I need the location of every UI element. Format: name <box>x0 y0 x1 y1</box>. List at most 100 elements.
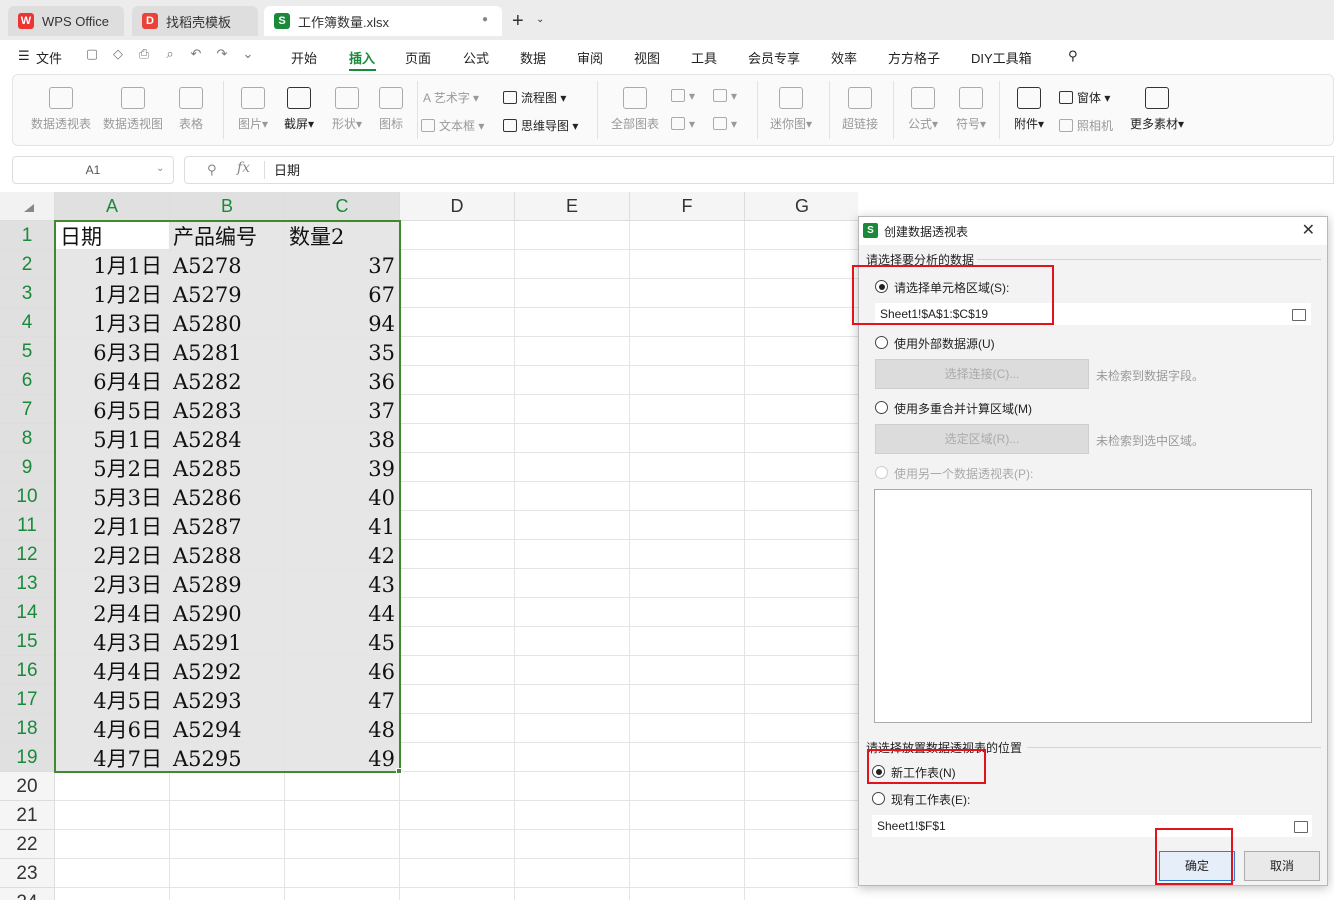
pivot-chart-button[interactable]: 数据透视图 <box>101 87 165 132</box>
chevron-down-icon[interactable]: ⌄ <box>536 14 544 25</box>
row-header-23[interactable]: 23 <box>0 859 55 888</box>
row-header-15[interactable]: 15 <box>0 627 55 656</box>
sparkline-button[interactable]: 迷你图▾ <box>767 87 815 132</box>
picture-button[interactable]: 图片▾ <box>231 87 275 132</box>
formula-button[interactable]: 公式▾ <box>901 87 945 132</box>
radio-existing-sheet[interactable] <box>872 792 885 805</box>
hyperlink-button[interactable]: 超链接 <box>839 87 881 132</box>
scatter-chart-dropdown[interactable]: ▾ <box>713 117 737 131</box>
zoom-search-icon[interactable]: ⚲ <box>207 162 217 178</box>
menu-file[interactable]: 文件 <box>36 48 62 67</box>
pie-chart-dropdown[interactable]: ▾ <box>671 117 695 131</box>
text-box-button[interactable]: 文本框 ▾ <box>421 117 484 134</box>
chevron-down-icon[interactable]: ⌄ <box>156 163 164 174</box>
formula-bar[interactable] <box>184 156 1334 184</box>
row-header-12[interactable]: 12 <box>0 540 55 569</box>
column-header-C[interactable]: C <box>285 192 400 221</box>
spreadsheet-grid[interactable]: ABCDEFGHIJK 1234567891011121314151617181… <box>0 192 858 900</box>
column-header-F[interactable]: F <box>630 192 745 221</box>
all-charts-button[interactable]: 全部图表 <box>607 87 663 132</box>
select-all-corner[interactable] <box>0 192 55 221</box>
radio-other-pivot[interactable] <box>875 466 888 479</box>
row-header-14[interactable]: 14 <box>0 598 55 627</box>
tab-wps-office[interactable]: W WPS Office <box>8 6 124 36</box>
row-header-5[interactable]: 5 <box>0 337 55 366</box>
attachment-button[interactable]: 附件▾ <box>1007 87 1051 132</box>
more-chevron-icon[interactable]: ⌄ <box>240 46 256 62</box>
menu-formula[interactable]: 公式 <box>463 48 489 67</box>
pivot-table-list[interactable] <box>874 489 1312 723</box>
menu-home[interactable]: 开始 <box>291 48 317 67</box>
screenshot-button[interactable]: 截屏▾ <box>279 87 319 132</box>
mindmap-button[interactable]: 思维导图 ▾ <box>503 117 578 134</box>
search-icon[interactable]: ⚲ <box>1068 48 1078 64</box>
cancel-button[interactable]: 取消 <box>1244 851 1320 881</box>
menu-page[interactable]: 页面 <box>405 48 431 67</box>
row-header-18[interactable]: 18 <box>0 714 55 743</box>
menu-tools[interactable]: 工具 <box>691 48 717 67</box>
row-header-9[interactable]: 9 <box>0 453 55 482</box>
more-materials-button[interactable]: 更多素材▾ <box>1125 87 1189 132</box>
range-picker-icon[interactable] <box>1292 309 1306 321</box>
row-header-17[interactable]: 17 <box>0 685 55 714</box>
redo-icon[interactable]: ↷ <box>214 46 230 62</box>
undo-icon[interactable]: ↶ <box>188 46 204 62</box>
column-header-A[interactable]: A <box>55 192 170 221</box>
row-header-7[interactable]: 7 <box>0 395 55 424</box>
menu-review[interactable]: 审阅 <box>577 48 603 67</box>
menu-data[interactable]: 数据 <box>520 48 546 67</box>
column-chart-dropdown[interactable]: ▾ <box>671 89 695 103</box>
menu-member[interactable]: 会员专享 <box>748 48 800 67</box>
new-tab-plus-icon[interactable]: + <box>512 10 524 33</box>
menu-fangfang[interactable]: 方方格子 <box>888 48 940 67</box>
fill-handle[interactable] <box>396 768 402 774</box>
name-box[interactable]: A1 <box>12 156 174 184</box>
pivot-table-button[interactable]: 数据透视表 <box>29 87 93 132</box>
column-header-G[interactable]: G <box>745 192 858 221</box>
export-icon[interactable]: ◇ <box>110 46 126 62</box>
existing-location-input[interactable]: Sheet1!$F$1 <box>872 815 1312 837</box>
row-header-10[interactable]: 10 <box>0 482 55 511</box>
table-button[interactable]: 表格 <box>173 87 209 132</box>
row-header-2[interactable]: 2 <box>0 250 55 279</box>
menu-view[interactable]: 视图 <box>634 48 660 67</box>
art-text-button[interactable]: A 艺术字 ▾ <box>423 89 479 106</box>
radio-external-source[interactable] <box>875 336 888 349</box>
column-header-E[interactable]: E <box>515 192 630 221</box>
camera-button[interactable]: 照相机 <box>1059 117 1113 134</box>
column-header-B[interactable]: B <box>170 192 285 221</box>
unsaved-dot-icon[interactable]: ● <box>482 14 488 25</box>
row-header-13[interactable]: 13 <box>0 569 55 598</box>
choose-connection-button[interactable]: 选择连接(C)... <box>875 359 1089 389</box>
row-header-16[interactable]: 16 <box>0 656 55 685</box>
location-picker-icon[interactable] <box>1294 821 1308 833</box>
radio-multi-consolidation[interactable] <box>875 401 888 414</box>
save-icon[interactable]: ▢ <box>84 46 100 62</box>
row-header-22[interactable]: 22 <box>0 830 55 859</box>
menu-insert[interactable]: 插入 <box>349 48 375 67</box>
print-preview-icon[interactable]: ⌕ <box>162 46 178 62</box>
flowchart-button[interactable]: 流程图 ▾ <box>503 89 566 106</box>
icon-button[interactable]: 图标 <box>375 87 407 132</box>
line-chart-dropdown[interactable]: ▾ <box>713 89 737 103</box>
menu-efficiency[interactable]: 效率 <box>831 48 857 67</box>
form-button[interactable]: 窗体 ▾ <box>1059 89 1110 106</box>
row-header-4[interactable]: 4 <box>0 308 55 337</box>
select-range-button[interactable]: 选定区域(R)... <box>875 424 1089 454</box>
row-header-8[interactable]: 8 <box>0 424 55 453</box>
shape-button[interactable]: 形状▾ <box>325 87 369 132</box>
formula-content[interactable]: 日期 <box>274 160 300 179</box>
row-header-20[interactable]: 20 <box>0 772 55 801</box>
tab-workbook[interactable]: S 工作簿数量.xlsx ● <box>264 6 502 36</box>
row-header-19[interactable]: 19 <box>0 743 55 772</box>
row-header-6[interactable]: 6 <box>0 366 55 395</box>
tab-docer[interactable]: D 找稻壳模板 <box>132 6 258 36</box>
row-header-1[interactable]: 1 <box>0 221 55 250</box>
fx-icon[interactable]: fx <box>237 160 250 176</box>
symbol-button[interactable]: 符号▾ <box>949 87 993 132</box>
row-header-24[interactable]: 24 <box>0 888 55 900</box>
menu-diy-toolbox[interactable]: DIY工具箱 <box>971 48 1032 67</box>
close-icon[interactable]: ✕ <box>1302 220 1315 240</box>
row-header-11[interactable]: 11 <box>0 511 55 540</box>
column-header-D[interactable]: D <box>400 192 515 221</box>
